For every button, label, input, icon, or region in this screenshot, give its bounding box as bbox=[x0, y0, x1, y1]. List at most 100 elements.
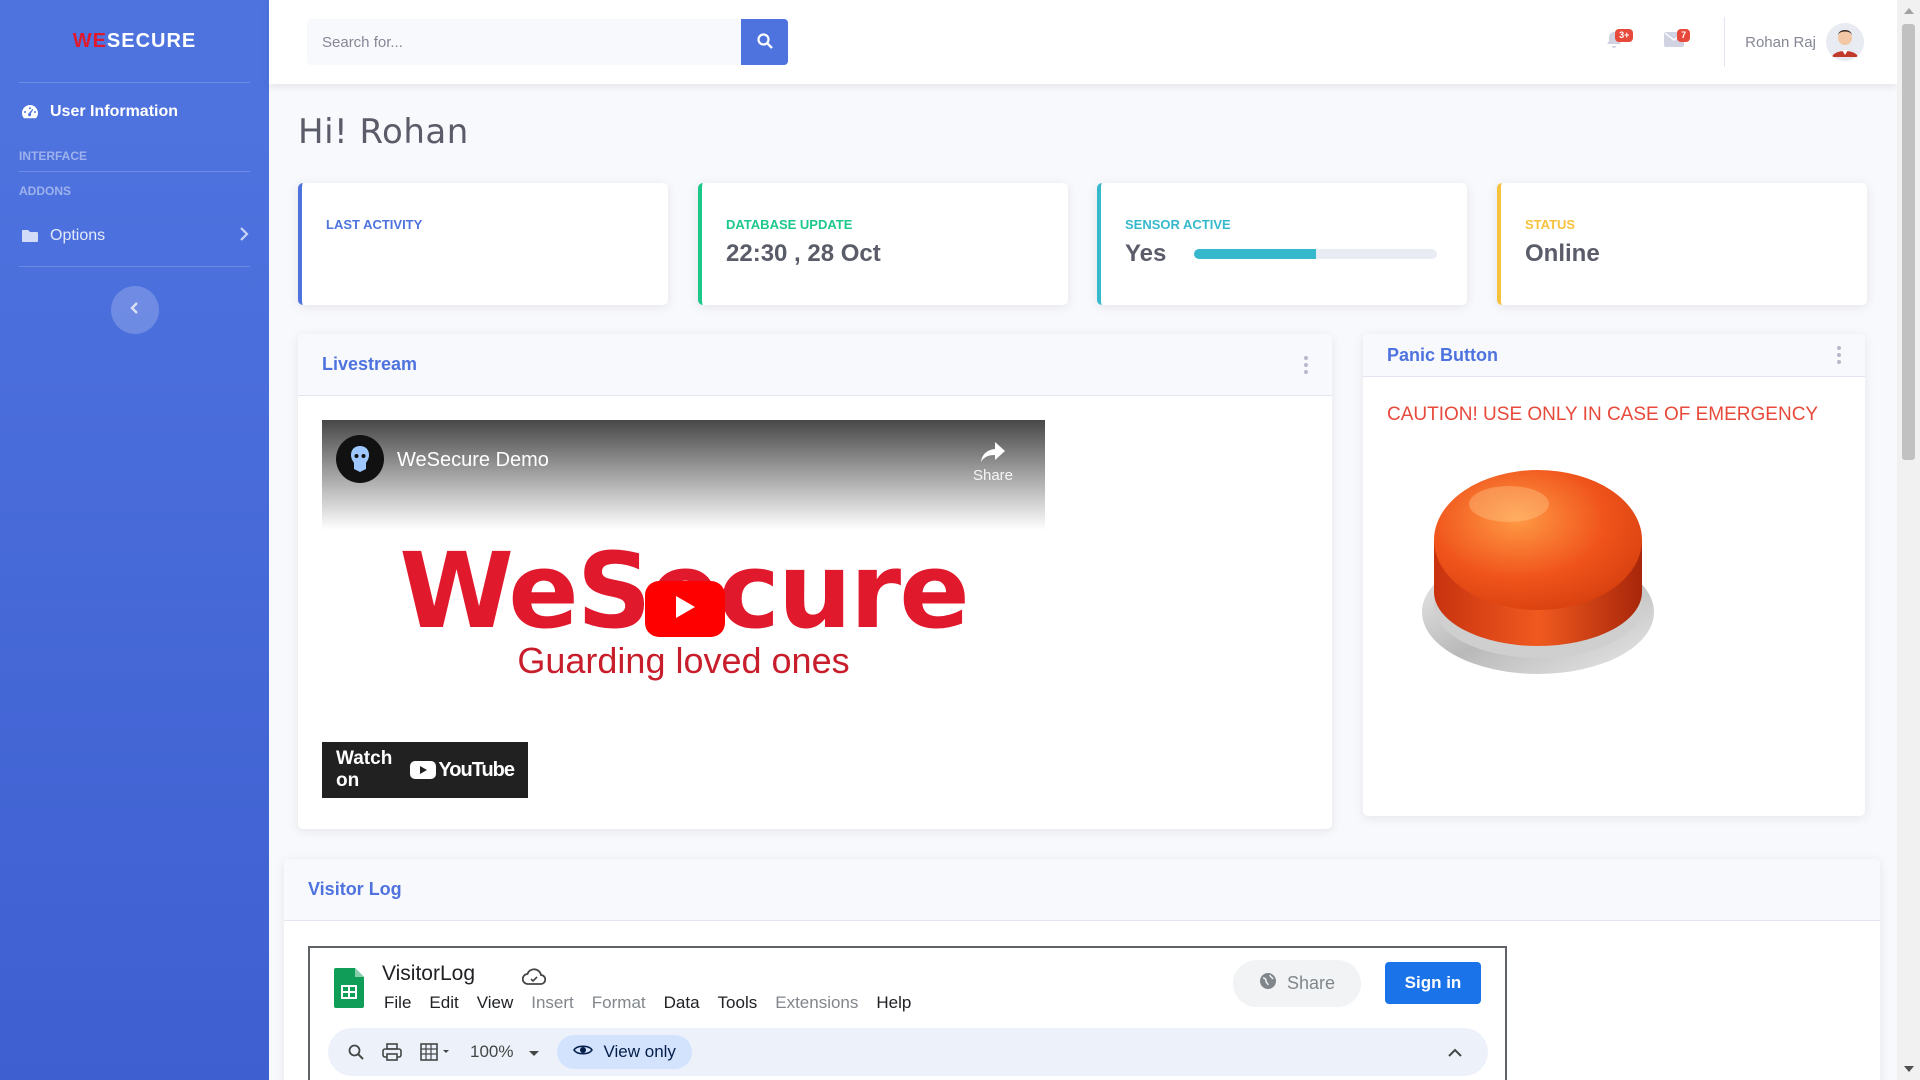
stat-card-last-activity: LAST ACTIVITY bbox=[298, 183, 668, 305]
sidebar-divider bbox=[19, 266, 250, 267]
menu-help[interactable]: Help bbox=[876, 993, 911, 1013]
view-only-button[interactable]: View only bbox=[557, 1035, 692, 1069]
topbar-right: 3+ 7 Rohan Raj bbox=[1584, 0, 1897, 84]
zoom-value: 100% bbox=[470, 1042, 514, 1061]
eye-icon bbox=[573, 1042, 594, 1062]
tachometer-icon bbox=[20, 102, 40, 122]
sidebar-divider bbox=[19, 171, 250, 172]
cloud-status-icon[interactable] bbox=[521, 968, 547, 991]
sidebar-item-options[interactable]: Options bbox=[0, 206, 269, 266]
alerts-button[interactable]: 3+ bbox=[1584, 0, 1644, 84]
video-player[interactable]: WeSecure Guarding loved ones WeSecure De… bbox=[322, 420, 1045, 798]
menu-extensions[interactable]: Extensions bbox=[775, 993, 858, 1013]
stat-value-row: Yes bbox=[1125, 240, 1443, 268]
play-button[interactable] bbox=[645, 581, 725, 637]
menu-view[interactable]: View bbox=[477, 993, 514, 1013]
menu-format[interactable]: Format bbox=[592, 993, 646, 1013]
youtube-logo: YouTube bbox=[410, 759, 515, 782]
brand-we: WE bbox=[72, 29, 107, 52]
card-title: Livestream bbox=[322, 354, 418, 374]
panic-button[interactable] bbox=[1421, 462, 1661, 682]
video-share-button[interactable]: Share bbox=[973, 441, 1013, 484]
menu-insert[interactable]: Insert bbox=[531, 993, 574, 1013]
visitor-log-card: Visitor Log VisitorLog File Edit View In… bbox=[284, 859, 1880, 1080]
sheet-title[interactable]: VisitorLog bbox=[382, 962, 475, 986]
video-tagline: Guarding loved ones bbox=[517, 640, 850, 681]
youtube-play-icon bbox=[410, 761, 437, 779]
user-menu[interactable]: Rohan Raj bbox=[1745, 23, 1864, 61]
share-label: Share bbox=[1286, 973, 1336, 993]
stat-card-sensor-active: SENSOR ACTIVE Yes bbox=[1097, 183, 1467, 305]
table-view-icon[interactable] bbox=[420, 1043, 452, 1061]
more-vertical-icon[interactable] bbox=[1837, 346, 1841, 364]
brand-secure: SECURE bbox=[106, 29, 197, 52]
menu-tools[interactable]: Tools bbox=[718, 993, 758, 1013]
caret-down-icon bbox=[529, 1042, 540, 1062]
chevron-left-icon bbox=[129, 301, 140, 320]
card-header: Livestream bbox=[298, 334, 1332, 396]
sensor-progress-bar bbox=[1194, 249, 1438, 259]
stat-value: 22:30 , 28 Oct bbox=[726, 240, 881, 267]
stat-card-database-update: DATABASE UPDATE 22:30 , 28 Oct bbox=[698, 183, 1068, 305]
share-arrow-icon bbox=[980, 441, 1006, 467]
folder-icon bbox=[20, 226, 40, 246]
more-vertical-icon[interactable] bbox=[1304, 355, 1308, 374]
search-button[interactable] bbox=[741, 19, 788, 65]
card-header: Visitor Log bbox=[284, 859, 1880, 921]
user-name: Rohan Raj bbox=[1745, 33, 1816, 51]
watch-on-label: Watch on bbox=[336, 748, 393, 791]
sheet-toolbar: 100% View only bbox=[328, 1028, 1488, 1076]
search-icon[interactable] bbox=[348, 1044, 364, 1060]
stat-label: DATABASE UPDATE bbox=[726, 217, 853, 232]
search-bar bbox=[307, 19, 788, 65]
sensor-progress-fill bbox=[1194, 249, 1316, 259]
video-header: WeSecure Demo Share bbox=[322, 420, 1045, 530]
menu-data[interactable]: Data bbox=[664, 993, 700, 1013]
stat-card-status: STATUS Online bbox=[1497, 183, 1867, 305]
sidebar-toggle-button[interactable] bbox=[110, 286, 159, 334]
scroll-thumb[interactable] bbox=[1902, 24, 1915, 460]
sidebar-item-label: User Information bbox=[50, 103, 179, 120]
messages-button[interactable]: 7 bbox=[1644, 0, 1704, 84]
alerts-badge: 3+ bbox=[1615, 29, 1634, 42]
google-sheet-embed: VisitorLog File Edit View Insert Format … bbox=[308, 946, 1507, 1080]
channel-logo[interactable] bbox=[336, 435, 384, 483]
stat-label: STATUS bbox=[1525, 217, 1576, 232]
page-scrollbar[interactable] bbox=[1897, 0, 1920, 1080]
sidebar-item-label: Options bbox=[50, 227, 106, 244]
stat-label: SENSOR ACTIVE bbox=[1125, 217, 1231, 232]
sidebar-heading-interface: INTERFACE bbox=[19, 149, 88, 163]
sidebar-item-user-information[interactable]: User Information bbox=[0, 83, 269, 141]
topbar: 3+ 7 Rohan Raj bbox=[269, 0, 1897, 84]
stat-value: Yes bbox=[1125, 240, 1167, 267]
page-title: Hi! Rohan bbox=[298, 112, 469, 152]
play-icon bbox=[674, 595, 696, 624]
menu-file[interactable]: File bbox=[384, 993, 411, 1013]
card-header: Panic Button bbox=[1363, 334, 1865, 377]
video-title[interactable]: WeSecure Demo bbox=[397, 449, 549, 472]
chevron-up-icon[interactable] bbox=[1448, 1048, 1462, 1057]
messages-badge: 7 bbox=[1677, 29, 1691, 42]
watch-on-youtube-button[interactable]: Watch on YouTube bbox=[322, 742, 528, 798]
stat-label: LAST ACTIVITY bbox=[326, 217, 423, 232]
search-input[interactable] bbox=[307, 19, 741, 65]
brand-logo[interactable]: WE SECURE bbox=[0, 0, 269, 82]
sign-in-button[interactable]: Sign in bbox=[1385, 962, 1481, 1004]
zoom-select[interactable]: 100% bbox=[470, 1042, 540, 1062]
scroll-down-arrow[interactable] bbox=[1904, 1066, 1914, 1072]
share-label: Share bbox=[972, 467, 1013, 484]
card-title: Visitor Log bbox=[308, 879, 402, 899]
sidebar-heading-addons: ADDONS bbox=[19, 184, 72, 198]
sheet-share-button[interactable]: Share bbox=[1233, 960, 1361, 1007]
search-icon bbox=[756, 32, 773, 52]
print-icon[interactable] bbox=[382, 1043, 402, 1061]
sheet-menu-bar: File Edit View Insert Format Data Tools … bbox=[384, 993, 929, 1013]
view-only-label: View only bbox=[603, 1042, 676, 1061]
stat-value: Online bbox=[1525, 240, 1600, 267]
menu-edit[interactable]: Edit bbox=[429, 993, 458, 1013]
card-title: Panic Button bbox=[1387, 344, 1498, 365]
avatar bbox=[1826, 23, 1864, 61]
chevron-right-icon bbox=[239, 226, 249, 246]
scroll-up-arrow[interactable] bbox=[1904, 8, 1914, 14]
sidebar: WE SECURE User Information INTERFACE ADDO… bbox=[0, 0, 269, 1080]
